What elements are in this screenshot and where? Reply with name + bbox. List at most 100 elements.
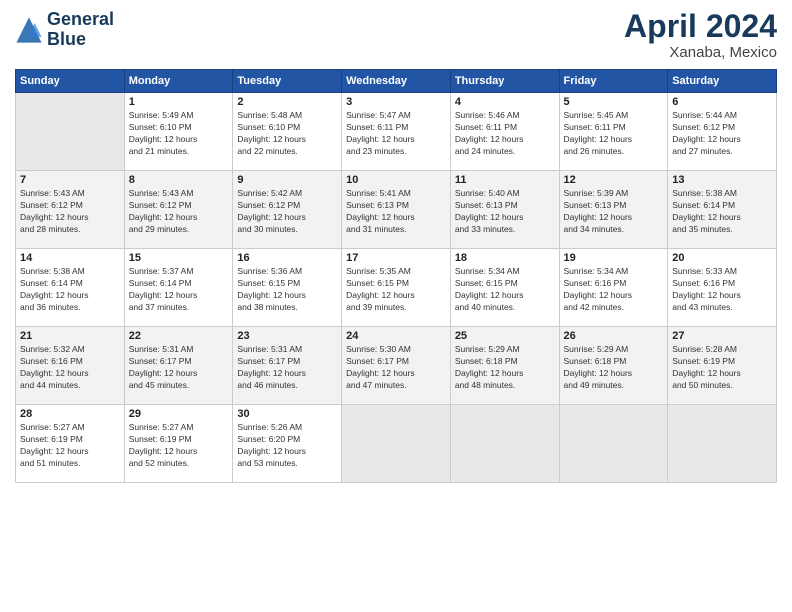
col-header-wednesday: Wednesday	[342, 70, 451, 93]
day-cell: 15Sunrise: 5:37 AM Sunset: 6:14 PM Dayli…	[124, 249, 233, 327]
day-number: 6	[672, 96, 772, 108]
day-number: 14	[20, 252, 120, 264]
day-detail: Sunrise: 5:32 AM Sunset: 6:16 PM Dayligh…	[20, 344, 120, 392]
day-cell: 18 Sunrise: 5:34 AM Sunset: 6:15 PM Dayli…	[450, 249, 559, 327]
day-number: 20	[672, 252, 772, 264]
day-cell: 1 Sunrise: 5:49 AM Sunset: 6:10 PM Daylig…	[124, 93, 233, 171]
day-number: 11	[455, 174, 555, 186]
day-number: 29	[129, 408, 229, 420]
day-detail: Sunrise: 5:44 AM Sunset: 6:12 PM Dayligh…	[672, 110, 772, 158]
day-detail: Sunrise: 5:27 AM Sunset: 6:19 PM Dayligh…	[20, 422, 120, 470]
day-cell: 17 Sunrise: 5:35 AM Sunset: 6:15 PM Dayli…	[342, 249, 451, 327]
col-header-friday: Friday	[559, 70, 668, 93]
day-number: 3	[346, 96, 446, 108]
day-detail: Sunrise: 5:49 AM Sunset: 6:10 PM Dayligh…	[129, 110, 229, 158]
week-row-1: 1 Sunrise: 5:49 AM Sunset: 6:10 PM Daylig…	[16, 93, 777, 171]
day-number: 28	[20, 408, 120, 420]
day-cell	[16, 93, 125, 171]
page: General Blue April 2024 Xanaba, Mexico S…	[0, 0, 792, 612]
day-cell: 6 Sunrise: 5:44 AM Sunset: 6:12 PM Daylig…	[668, 93, 777, 171]
calendar-table: SundayMondayTuesdayWednesdayThursdayFrid…	[15, 69, 777, 483]
day-detail: Sunrise: 5:28 AM Sunset: 6:19 PM Dayligh…	[672, 344, 772, 392]
day-detail: Sunrise: 5:38 AM Sunset: 6:14 PM Dayligh…	[672, 188, 772, 236]
day-cell: 30Sunrise: 5:26 AM Sunset: 6:20 PM Dayli…	[233, 405, 342, 483]
day-number: 10	[346, 174, 446, 186]
day-detail: Sunrise: 5:43 AM Sunset: 6:12 PM Dayligh…	[129, 188, 229, 236]
day-detail: Sunrise: 5:29 AM Sunset: 6:18 PM Dayligh…	[455, 344, 555, 392]
day-number: 23	[237, 330, 337, 342]
day-cell: 22 Sunrise: 5:31 AM Sunset: 6:17 PM Dayli…	[124, 327, 233, 405]
header-row: SundayMondayTuesdayWednesdayThursdayFrid…	[16, 70, 777, 93]
day-cell: 26 Sunrise: 5:29 AM Sunset: 6:18 PM Dayli…	[559, 327, 668, 405]
week-row-2: 7Sunrise: 5:43 AM Sunset: 6:12 PM Daylig…	[16, 171, 777, 249]
day-detail: Sunrise: 5:38 AM Sunset: 6:14 PM Dayligh…	[20, 266, 120, 314]
day-cell: 3 Sunrise: 5:47 AM Sunset: 6:11 PM Daylig…	[342, 93, 451, 171]
day-detail: Sunrise: 5:31 AM Sunset: 6:17 PM Dayligh…	[129, 344, 229, 392]
day-cell: 29 Sunrise: 5:27 AM Sunset: 6:19 PM Dayli…	[124, 405, 233, 483]
day-cell: 2 Sunrise: 5:48 AM Sunset: 6:10 PM Daylig…	[233, 93, 342, 171]
col-header-saturday: Saturday	[668, 70, 777, 93]
day-detail: Sunrise: 5:45 AM Sunset: 6:11 PM Dayligh…	[564, 110, 664, 158]
day-number: 2	[237, 96, 337, 108]
day-number: 26	[564, 330, 664, 342]
col-header-tuesday: Tuesday	[233, 70, 342, 93]
day-number: 21	[20, 330, 120, 342]
col-header-sunday: Sunday	[16, 70, 125, 93]
day-number: 12	[564, 174, 664, 186]
day-cell: 4 Sunrise: 5:46 AM Sunset: 6:11 PM Daylig…	[450, 93, 559, 171]
day-number: 19	[564, 252, 664, 264]
day-cell: 11Sunrise: 5:40 AM Sunset: 6:13 PM Dayli…	[450, 171, 559, 249]
day-cell: 5 Sunrise: 5:45 AM Sunset: 6:11 PM Daylig…	[559, 93, 668, 171]
day-number: 5	[564, 96, 664, 108]
logo-text: General Blue	[47, 10, 114, 50]
week-row-3: 14 Sunrise: 5:38 AM Sunset: 6:14 PM Dayli…	[16, 249, 777, 327]
day-number: 8	[129, 174, 229, 186]
day-number: 24	[346, 330, 446, 342]
day-detail: Sunrise: 5:46 AM Sunset: 6:11 PM Dayligh…	[455, 110, 555, 158]
day-number: 13	[672, 174, 772, 186]
day-number: 18	[455, 252, 555, 264]
logo-icon	[15, 16, 43, 44]
day-detail: Sunrise: 5:37 AM Sunset: 6:14 PM Dayligh…	[129, 266, 229, 314]
day-detail: Sunrise: 5:42 AM Sunset: 6:12 PM Dayligh…	[237, 188, 337, 236]
day-cell	[559, 405, 668, 483]
day-cell: 8 Sunrise: 5:43 AM Sunset: 6:12 PM Daylig…	[124, 171, 233, 249]
day-cell: 12Sunrise: 5:39 AM Sunset: 6:13 PM Dayli…	[559, 171, 668, 249]
day-number: 4	[455, 96, 555, 108]
day-detail: Sunrise: 5:30 AM Sunset: 6:17 PM Dayligh…	[346, 344, 446, 392]
day-cell	[450, 405, 559, 483]
day-detail: Sunrise: 5:29 AM Sunset: 6:18 PM Dayligh…	[564, 344, 664, 392]
day-cell: 25 Sunrise: 5:29 AM Sunset: 6:18 PM Dayli…	[450, 327, 559, 405]
day-detail: Sunrise: 5:27 AM Sunset: 6:19 PM Dayligh…	[129, 422, 229, 470]
day-cell: 16 Sunrise: 5:36 AM Sunset: 6:15 PM Dayli…	[233, 249, 342, 327]
day-number: 16	[237, 252, 337, 264]
day-detail: Sunrise: 5:43 AM Sunset: 6:12 PM Dayligh…	[20, 188, 120, 236]
location: Xanaba, Mexico	[624, 44, 777, 61]
day-cell: 10 Sunrise: 5:41 AM Sunset: 6:13 PM Dayli…	[342, 171, 451, 249]
day-detail: Sunrise: 5:33 AM Sunset: 6:16 PM Dayligh…	[672, 266, 772, 314]
week-row-5: 28 Sunrise: 5:27 AM Sunset: 6:19 PM Dayli…	[16, 405, 777, 483]
day-detail: Sunrise: 5:35 AM Sunset: 6:15 PM Dayligh…	[346, 266, 446, 314]
day-cell	[668, 405, 777, 483]
day-detail: Sunrise: 5:26 AM Sunset: 6:20 PM Dayligh…	[237, 422, 337, 470]
title-block: April 2024 Xanaba, Mexico	[624, 10, 777, 61]
week-row-4: 21 Sunrise: 5:32 AM Sunset: 6:16 PM Dayli…	[16, 327, 777, 405]
day-number: 25	[455, 330, 555, 342]
month-title: April 2024	[624, 10, 777, 42]
day-cell: 24 Sunrise: 5:30 AM Sunset: 6:17 PM Dayli…	[342, 327, 451, 405]
day-number: 1	[129, 96, 229, 108]
logo: General Blue	[15, 10, 114, 50]
day-number: 22	[129, 330, 229, 342]
header: General Blue April 2024 Xanaba, Mexico	[15, 10, 777, 61]
day-detail: Sunrise: 5:47 AM Sunset: 6:11 PM Dayligh…	[346, 110, 446, 158]
day-cell: 23 Sunrise: 5:31 AM Sunset: 6:17 PM Dayli…	[233, 327, 342, 405]
day-detail: Sunrise: 5:34 AM Sunset: 6:15 PM Dayligh…	[455, 266, 555, 314]
day-detail: Sunrise: 5:48 AM Sunset: 6:10 PM Dayligh…	[237, 110, 337, 158]
day-detail: Sunrise: 5:31 AM Sunset: 6:17 PM Dayligh…	[237, 344, 337, 392]
day-detail: Sunrise: 5:34 AM Sunset: 6:16 PM Dayligh…	[564, 266, 664, 314]
day-cell: 20 Sunrise: 5:33 AM Sunset: 6:16 PM Dayli…	[668, 249, 777, 327]
day-number: 17	[346, 252, 446, 264]
day-detail: Sunrise: 5:41 AM Sunset: 6:13 PM Dayligh…	[346, 188, 446, 236]
day-detail: Sunrise: 5:36 AM Sunset: 6:15 PM Dayligh…	[237, 266, 337, 314]
day-number: 27	[672, 330, 772, 342]
